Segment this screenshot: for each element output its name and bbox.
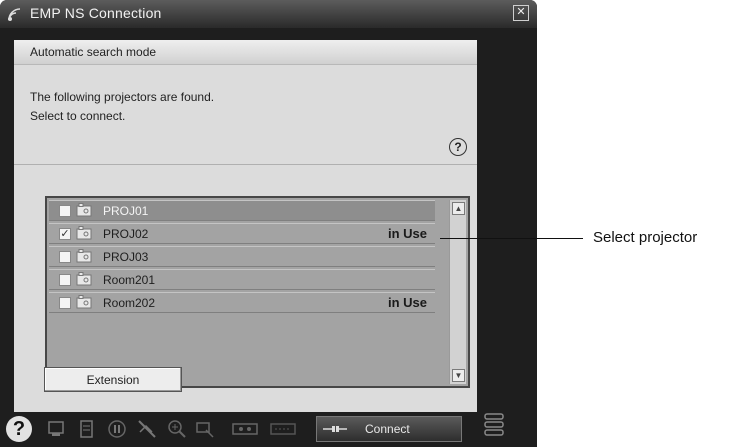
projector-row[interactable]: PROJ02 in Use — [49, 223, 435, 244]
menu-icon[interactable] — [483, 412, 505, 438]
video-icon[interactable] — [232, 418, 258, 440]
callout-label: Select projector — [593, 229, 698, 246]
projector-icon — [76, 203, 92, 217]
connect-button[interactable]: Connect — [316, 416, 462, 442]
projector-checkbox[interactable] — [59, 297, 71, 309]
projector-checkbox[interactable] — [59, 228, 71, 240]
toolbar: ? Connect — [0, 412, 537, 447]
projector-icon — [76, 272, 92, 286]
main-panel: Automatic search mode The following proj… — [14, 40, 477, 412]
help-button[interactable]: ? — [449, 138, 467, 156]
projector-name: PROJ02 — [103, 227, 149, 241]
extension-button[interactable]: Extension — [44, 367, 182, 392]
pause-icon[interactable] — [106, 418, 128, 440]
projector-list: ▲ ▼ PROJ01 PROJ02 in Use PROJ03 Room201 Room2… — [45, 196, 470, 388]
projector-name: PROJ01 — [103, 204, 149, 218]
callout-line — [440, 238, 583, 239]
projector-name: PROJ03 — [103, 250, 149, 264]
projector-name: Room202 — [103, 296, 156, 310]
instruction-line-2: Select to connect. — [30, 109, 126, 123]
projector-row[interactable]: Room201 — [49, 269, 435, 290]
help-button-toolbar[interactable]: ? — [6, 416, 32, 442]
projector-checkbox[interactable] — [59, 274, 71, 286]
projector-status: in Use — [387, 295, 427, 310]
scroll-up-button[interactable]: ▲ — [452, 202, 465, 215]
resize-icon[interactable] — [194, 418, 216, 440]
display-icon[interactable] — [46, 418, 68, 440]
plug-icon — [323, 426, 347, 432]
divider — [14, 164, 477, 165]
projector-row[interactable]: PROJ01 — [49, 200, 435, 221]
projector-checkbox[interactable] — [59, 251, 71, 263]
zoom-icon[interactable] — [166, 418, 188, 440]
keyboard-icon[interactable] — [270, 418, 296, 440]
projector-row[interactable]: PROJ03 — [49, 246, 435, 267]
instructions: The following projectors are found. Sele… — [30, 88, 214, 126]
projector-status: in Use — [387, 226, 427, 241]
no-signal-icon[interactable] — [136, 418, 158, 440]
projector-checkbox[interactable] — [59, 205, 71, 217]
projector-icon — [76, 295, 92, 309]
document-icon[interactable] — [76, 418, 98, 440]
search-mode-label: Automatic search mode — [14, 40, 477, 65]
network-icon — [8, 8, 21, 21]
scrollbar[interactable]: ▲ ▼ — [449, 200, 466, 384]
window-title: EMP NS Connection — [30, 5, 162, 21]
connect-label: Connect — [365, 422, 410, 436]
title-bar: EMP NS Connection — [0, 0, 537, 28]
emp-ns-connection-window: EMP NS Connection Automatic search mode … — [0, 0, 537, 447]
close-button[interactable] — [513, 5, 529, 21]
instruction-line-1: The following projectors are found. — [30, 90, 215, 104]
projector-name: Room201 — [103, 273, 156, 287]
scroll-down-button[interactable]: ▼ — [452, 369, 465, 382]
projector-row[interactable]: Room202 in Use — [49, 292, 435, 313]
projector-icon — [76, 226, 92, 240]
projector-icon — [76, 249, 92, 263]
